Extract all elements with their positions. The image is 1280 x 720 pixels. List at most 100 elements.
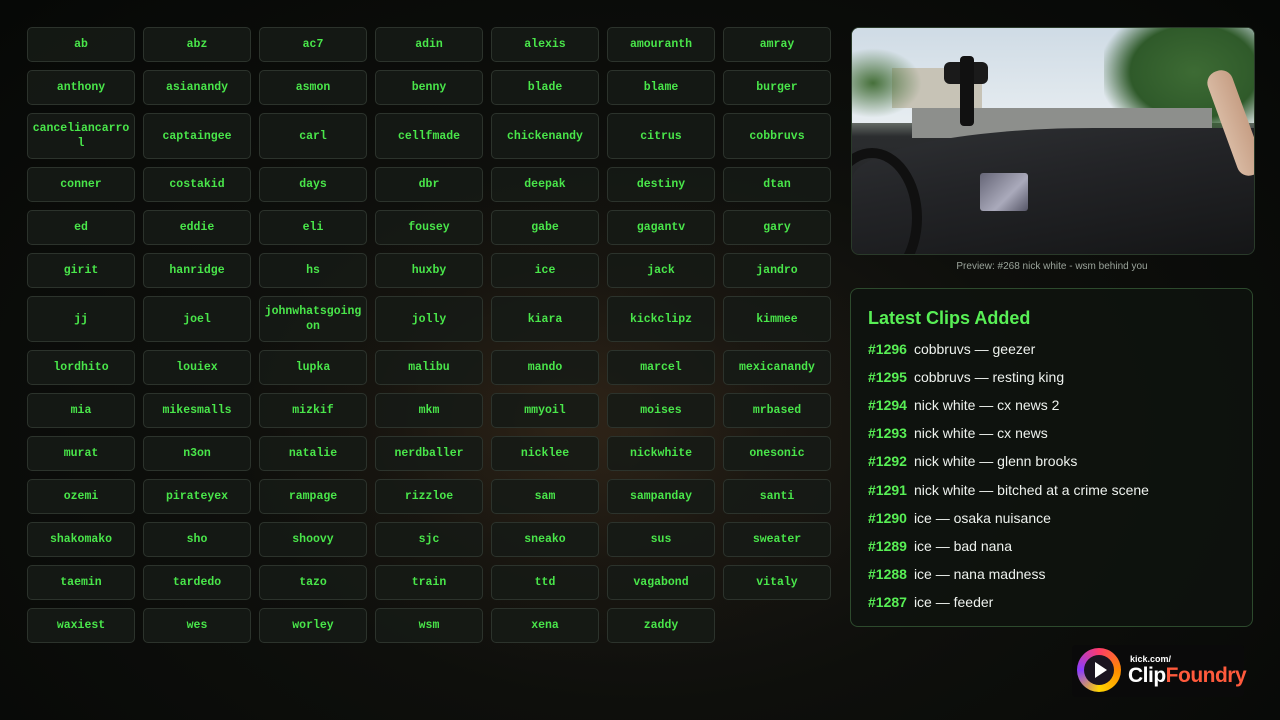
streamer-button[interactable]: jj [27,296,135,342]
streamer-button[interactable]: ed [27,210,135,245]
clip-list-item[interactable]: #1288 ice — nana madness [868,560,1235,588]
streamer-button[interactable]: blade [491,70,599,105]
streamer-button[interactable]: sus [607,522,715,557]
streamer-button[interactable]: mando [491,350,599,385]
streamer-button[interactable]: sneako [491,522,599,557]
streamer-button[interactable]: sweater [723,522,831,557]
streamer-button[interactable]: hs [259,253,367,288]
streamer-button[interactable]: tardedo [143,565,251,600]
clip-list-item[interactable]: #1296 cobbruvs — geezer [868,335,1235,363]
streamer-button[interactable]: taemin [27,565,135,600]
streamer-button[interactable]: mizkif [259,393,367,428]
streamer-button[interactable]: destiny [607,167,715,202]
streamer-button[interactable]: shakomako [27,522,135,557]
streamer-button[interactable]: conner [27,167,135,202]
streamer-button[interactable]: lupka [259,350,367,385]
streamer-button[interactable]: waxiest [27,608,135,643]
streamer-button[interactable]: gagantv [607,210,715,245]
clip-list-item[interactable]: #1291 nick white — bitched at a crime sce… [868,475,1235,503]
streamer-button[interactable]: jandro [723,253,831,288]
streamer-button[interactable]: ozemi [27,479,135,514]
streamer-button[interactable]: rizzloe [375,479,483,514]
streamer-button[interactable]: zaddy [607,608,715,643]
streamer-button[interactable]: blame [607,70,715,105]
streamer-button[interactable]: captaingee [143,113,251,159]
streamer-button[interactable]: vagabond [607,565,715,600]
clip-list-item[interactable]: #1290 ice — osaka nuisance [868,504,1235,532]
streamer-button[interactable]: louiex [143,350,251,385]
streamer-button[interactable]: amouranth [607,27,715,62]
streamer-button[interactable]: gabe [491,210,599,245]
clip-list-item[interactable]: #1295 cobbruvs — resting king [868,363,1235,391]
streamer-button[interactable]: alexis [491,27,599,62]
streamer-button[interactable]: nerdballer [375,436,483,471]
streamer-button[interactable]: sjc [375,522,483,557]
streamer-button[interactable]: deepak [491,167,599,202]
streamer-button[interactable]: dtan [723,167,831,202]
streamer-button[interactable]: girit [27,253,135,288]
streamer-button[interactable]: costakid [143,167,251,202]
streamer-button[interactable]: nickwhite [607,436,715,471]
streamer-button[interactable]: citrus [607,113,715,159]
streamer-button[interactable]: mkm [375,393,483,428]
streamer-button[interactable]: fousey [375,210,483,245]
streamer-button[interactable]: tazo [259,565,367,600]
streamer-button[interactable]: cobbruvs [723,113,831,159]
streamer-button[interactable]: kimmee [723,296,831,342]
streamer-button[interactable]: mikesmalls [143,393,251,428]
streamer-button[interactable]: sampanday [607,479,715,514]
streamer-button[interactable]: malibu [375,350,483,385]
streamer-button[interactable]: mexicanandy [723,350,831,385]
streamer-button[interactable]: mrbased [723,393,831,428]
streamer-button[interactable]: sho [143,522,251,557]
streamer-button[interactable]: shoovy [259,522,367,557]
streamer-button[interactable]: train [375,565,483,600]
streamer-button[interactable]: huxby [375,253,483,288]
streamer-button[interactable]: worley [259,608,367,643]
clip-list-item[interactable]: #1293 nick white — cx news [868,419,1235,447]
streamer-button[interactable]: wsm [375,608,483,643]
streamer-button[interactable]: santi [723,479,831,514]
streamer-button[interactable]: chickenandy [491,113,599,159]
streamer-button[interactable]: lordhito [27,350,135,385]
streamer-button[interactable]: murat [27,436,135,471]
streamer-button[interactable]: asianandy [143,70,251,105]
streamer-button[interactable]: days [259,167,367,202]
streamer-button[interactable]: ttd [491,565,599,600]
clip-list-item[interactable]: #1287 ice — feeder [868,588,1235,616]
clip-list-item[interactable]: #1289 ice — bad nana [868,532,1235,560]
streamer-button[interactable]: jack [607,253,715,288]
streamer-button[interactable]: canceliancarrol [27,113,135,159]
streamer-button[interactable]: joel [143,296,251,342]
streamer-button[interactable]: onesonic [723,436,831,471]
streamer-button[interactable]: ice [491,253,599,288]
streamer-button[interactable]: mmyoil [491,393,599,428]
streamer-button[interactable]: ab [27,27,135,62]
streamer-button[interactable]: hanridge [143,253,251,288]
clip-list-item[interactable]: #1294 nick white — cx news 2 [868,391,1235,419]
streamer-button[interactable]: eddie [143,210,251,245]
streamer-button[interactable]: pirateyex [143,479,251,514]
clip-list-item[interactable]: #1292 nick white — glenn brooks [868,447,1235,475]
streamer-button[interactable]: benny [375,70,483,105]
video-preview[interactable] [851,27,1255,255]
streamer-button[interactable]: nicklee [491,436,599,471]
streamer-button[interactable]: johnwhatsgoingon [259,296,367,342]
streamer-button[interactable]: burger [723,70,831,105]
streamer-button[interactable]: mia [27,393,135,428]
streamer-button[interactable]: sam [491,479,599,514]
streamer-button[interactable]: gary [723,210,831,245]
streamer-button[interactable]: abz [143,27,251,62]
streamer-button[interactable]: asmon [259,70,367,105]
streamer-button[interactable]: eli [259,210,367,245]
streamer-button[interactable]: adin [375,27,483,62]
streamer-button[interactable]: anthony [27,70,135,105]
streamer-button[interactable]: amray [723,27,831,62]
streamer-button[interactable]: ac7 [259,27,367,62]
streamer-button[interactable]: kiara [491,296,599,342]
streamer-button[interactable]: natalie [259,436,367,471]
streamer-button[interactable]: kickclipz [607,296,715,342]
streamer-button[interactable]: moises [607,393,715,428]
streamer-button[interactable]: marcel [607,350,715,385]
streamer-button[interactable]: jolly [375,296,483,342]
